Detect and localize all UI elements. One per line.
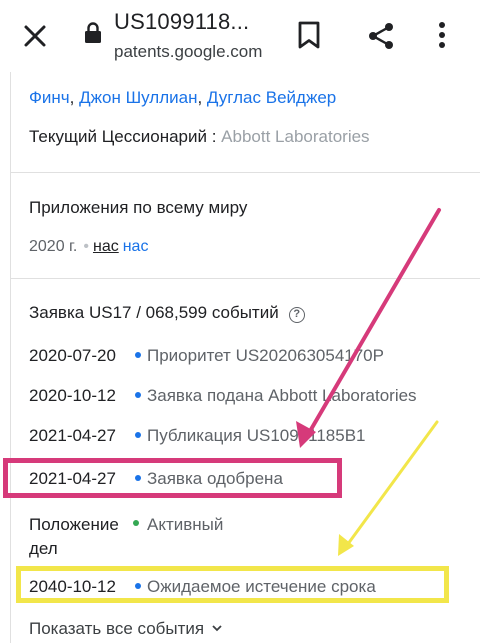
event-row: 2020-07-20 Приоритет US202063054170P	[29, 346, 384, 366]
event-bullet	[135, 432, 141, 438]
show-all-events-button[interactable]: Показать все события	[29, 619, 223, 639]
highlight-box-expiry	[16, 566, 449, 603]
worldwide-applications-row: 2020 г. • нас нас	[29, 238, 148, 256]
assignee-label: Текущий Цессионарий :	[29, 127, 217, 146]
event-row: 2020-10-12 Заявка подана Abbott Laborator…	[29, 386, 417, 406]
more-menu-icon[interactable]	[436, 20, 448, 50]
application-events-title: Заявка US17 / 068,599 событий?	[29, 303, 305, 323]
application-events-title-text: Заявка US17 / 068,599 событий	[29, 303, 279, 322]
event-date: 2020-10-12	[29, 386, 116, 405]
event-desc: Приоритет US202063054170P	[147, 346, 384, 365]
page-title[interactable]: US1099118...	[114, 9, 249, 35]
inventor-link[interactable]: Дуглас Вейджер	[207, 88, 336, 107]
event-desc: Публикация US10991185B1	[147, 426, 366, 445]
legal-status-label-line1: Положение	[29, 515, 119, 534]
divider	[11, 172, 480, 173]
share-icon[interactable]	[366, 21, 396, 51]
legal-status-label-line2: дел	[29, 539, 58, 558]
url-domain[interactable]: patents.google.com	[114, 42, 262, 62]
inventor-link[interactable]: Джон Шуллиан	[79, 88, 197, 107]
browser-toolbar: US1099118... patents.google.com	[0, 0, 480, 72]
current-assignee: Текущий Цессионарий : Abbott Laboratorie…	[29, 127, 370, 147]
event-date: 2020-07-20	[29, 346, 116, 365]
show-all-events-label: Показать все события	[29, 619, 205, 638]
bookmark-icon[interactable]	[296, 20, 322, 50]
legal-status-label: Положение дел	[29, 513, 119, 561]
worldwide-applications-title: Приложения по всему миру	[29, 198, 248, 217]
event-row: 2021-04-27 Публикация US10991185B1	[29, 426, 366, 446]
event-date: 2021-04-27	[29, 426, 116, 445]
inventors-list: Финч, Джон Шуллиан, Дуглас Вейджер	[29, 88, 337, 107]
worldwide-link[interactable]: нас	[123, 238, 149, 255]
event-bullet	[135, 352, 141, 358]
patent-details: Финч, Джон Шуллиан, Дуглас Вейджер Текущ…	[10, 72, 480, 643]
status-bullet	[133, 520, 139, 526]
lock-icon	[85, 22, 101, 43]
bullet: •	[83, 238, 89, 255]
assignee-value: Abbott Laboratories	[221, 127, 370, 146]
event-bullet	[135, 392, 141, 398]
legal-status-value: Активный	[147, 515, 224, 534]
inventor-link[interactable]: Финч	[29, 88, 70, 107]
divider	[11, 278, 480, 279]
close-icon[interactable]	[20, 21, 50, 51]
event-desc: Заявка подана Abbott Laboratories	[147, 386, 417, 405]
worldwide-year: 2020 г.	[29, 238, 78, 255]
chevron-down-icon	[212, 625, 222, 632]
highlight-box-approved	[3, 458, 342, 498]
help-icon[interactable]: ?	[288, 307, 305, 323]
worldwide-link[interactable]: нас	[93, 238, 119, 255]
